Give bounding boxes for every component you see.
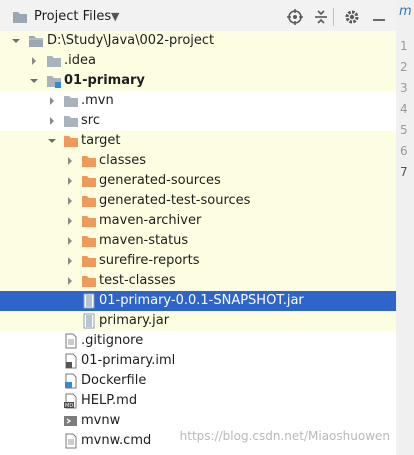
folder-icon [64,96,78,107]
chevron-down-icon[interactable] [28,75,40,87]
tree-row-src[interactable]: src [0,111,396,131]
line-number: 4 [400,102,408,116]
project-folder-icon [13,12,27,23]
chevron-right-icon[interactable] [46,95,58,107]
excluded-folder-icon [82,216,96,227]
tree-row-01-primary[interactable]: 01-primary [0,71,396,91]
project-toolbar: Project Files ▼ [0,0,396,35]
tree-row-maven-status[interactable]: maven-status [0,231,396,251]
jar-file-icon [83,293,95,309]
tree-item-label: maven-archiver [99,213,202,228]
tree-row-maven-archiver[interactable]: maven-archiver [0,211,396,231]
tree-item-label: classes [99,153,147,168]
project-view-title[interactable]: Project Files [34,9,111,24]
line-number: 5 [400,123,408,137]
tree-item-label: 01-primary [64,73,145,88]
chevron-down-icon[interactable] [46,135,58,147]
tree-item-label: target [81,133,121,148]
tree-row-primary-jar[interactable]: primary.jar [0,311,396,331]
markdown-file-icon: MD [64,393,77,409]
gear-icon[interactable] [343,8,361,26]
line-number: 6 [400,144,408,158]
chevron-right-icon[interactable] [64,175,76,187]
excluded-folder-icon [82,236,96,247]
tree-row-01-primary-iml[interactable]: 01-primary.iml [0,351,396,371]
tree-row-test-classes[interactable]: test-classes [0,271,396,291]
chevron-right-icon[interactable] [64,255,76,267]
watermark: https://blog.csdn.net/Miaoshuowen [179,429,390,443]
tree-item-label: .gitignore [81,333,144,348]
excluded-folder-icon [82,156,96,167]
toolbar-divider [333,8,334,26]
tree-item-label: D:\Study\Java\002-project [47,33,215,48]
editor-tab-hint[interactable]: m [399,4,412,19]
folder-open-icon [29,36,43,47]
tree-item-label: HELP.md [81,393,138,408]
excluded-folder-icon [82,176,96,187]
target-icon[interactable] [286,8,304,26]
tree-item-label: generated-sources [99,173,221,188]
excluded-folder-icon [82,256,96,267]
chevron-right-icon[interactable] [28,55,40,67]
tree-item-label: 01-primary-0.0.1-SNAPSHOT.jar [99,293,304,308]
tree-row-mvnw[interactable]: mvnw [0,411,396,431]
tree-row-gitignore[interactable]: .gitignore [0,331,396,351]
text-file-icon [65,333,77,349]
folder-icon [64,116,78,127]
tree-row-target[interactable]: target [0,131,396,151]
hide-icon[interactable] [370,8,388,26]
svg-text:MD: MD [65,403,73,409]
tree-row-dockerfile[interactable]: Dockerfile [0,371,396,391]
chevron-down-icon[interactable]: ▼ [111,10,119,23]
tree-item-label: src [81,113,100,128]
tree-row-01-primary-0-0-1-snapshot-jar[interactable]: 01-primary-0.0.1-SNAPSHOT.jar [0,291,396,311]
tree-item-label: primary.jar [99,313,170,328]
excluded-folder-icon [64,136,78,147]
line-number: 1 [400,39,408,53]
module-folder-icon [47,76,61,88]
chevron-right-icon[interactable] [64,195,76,207]
tree-row-mvn[interactable]: .mvn [0,91,396,111]
tree-item-label: test-classes [99,273,176,288]
tree-item-label: .idea [64,53,96,68]
tree-item-label: Dockerfile [81,373,147,388]
tree-row-generated-test-sources[interactable]: generated-test-sources [0,191,396,211]
tree-row-classes[interactable]: classes [0,151,396,171]
tree-row-idea[interactable]: .idea [0,51,396,71]
editor-gutter: m 1 2 3 4 5 6 7 [396,0,414,455]
chevron-right-icon[interactable] [64,215,76,227]
tree-row-surefire-reports[interactable]: surefire-reports [0,251,396,271]
tree-item-label: mvnw.cmd [81,433,152,448]
iml-file-icon [65,353,77,369]
chevron-right-icon[interactable] [64,235,76,247]
tree-item-label: maven-status [99,233,189,248]
text-file-icon [65,433,77,449]
tree-row-d-study-java-002-project[interactable]: D:\Study\Java\002-project [0,31,396,51]
chevron-right-icon[interactable] [46,115,58,127]
tree-row-generated-sources[interactable]: generated-sources [0,171,396,191]
chevron-right-icon[interactable] [64,275,76,287]
folder-icon [47,56,61,67]
collapse-icon[interactable] [312,8,330,26]
tree-item-label: 01-primary.iml [81,353,176,368]
chevron-right-icon[interactable] [64,155,76,167]
line-number: 2 [400,60,408,74]
jar-file-icon [83,313,95,329]
tree-item-label: mvnw [81,413,121,428]
excluded-folder-icon [82,276,96,287]
tree-item-label: generated-test-sources [99,193,251,208]
tree-item-label: .mvn [81,93,114,108]
excluded-folder-icon [82,196,96,207]
docker-file-icon [65,373,77,389]
script-file-icon [64,416,77,426]
line-number: 3 [400,81,408,95]
chevron-down-icon[interactable] [10,35,22,47]
tree-item-label: surefire-reports [99,253,200,268]
tree-row-help-md[interactable]: MD HELP.md [0,391,396,411]
line-number: 7 [400,165,408,179]
